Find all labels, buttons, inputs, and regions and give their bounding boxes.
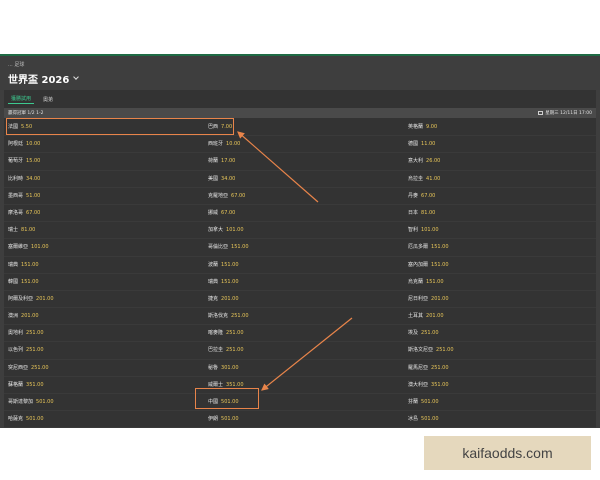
arrow-bottom [261,317,353,391]
annotation-arrows [237,131,353,391]
watermark: kaifaodds.com [424,436,591,470]
arrow-top [237,131,319,203]
